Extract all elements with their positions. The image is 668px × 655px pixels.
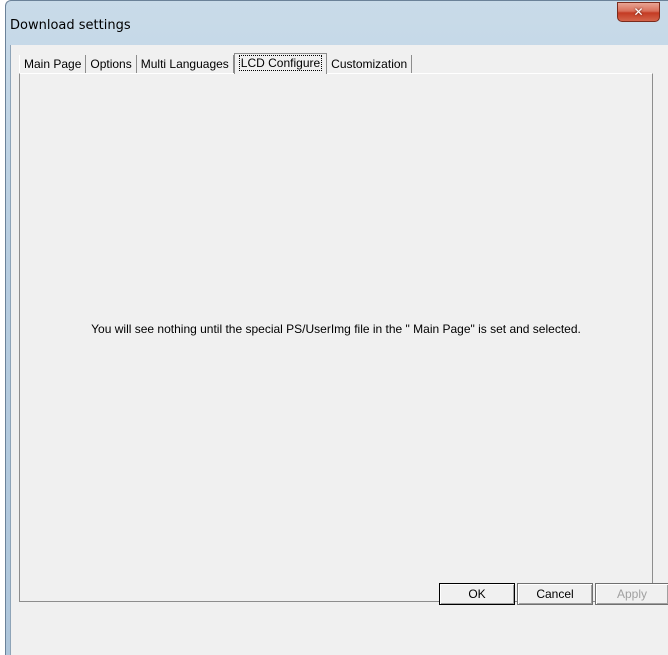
ok-button[interactable]: OK: [439, 583, 515, 605]
tab-multi-languages[interactable]: Multi Languages: [136, 55, 234, 73]
tab-customization[interactable]: Customization: [327, 55, 413, 73]
cancel-button[interactable]: Cancel: [517, 583, 593, 605]
title-bar[interactable]: Download settings ✕: [6, 1, 668, 45]
tab-label: Main Page: [24, 57, 82, 71]
tab-panel-lcd-configure: You will see nothing until the special P…: [19, 73, 653, 602]
tab-label: LCD Configure: [238, 55, 323, 71]
close-button[interactable]: ✕: [617, 2, 660, 22]
tab-options[interactable]: Options: [86, 55, 137, 73]
tab-label: Customization: [331, 57, 408, 71]
tab-label: Multi Languages: [140, 57, 229, 71]
window-title: Download settings: [10, 18, 131, 33]
tab-lcd-configure[interactable]: LCD Configure: [233, 53, 328, 74]
dialog-client-area: Main Page Options Multi Languages LCD Co…: [10, 45, 668, 655]
dialog-window: Download settings ✕ Main Page Options Mu…: [5, 0, 668, 655]
apply-button[interactable]: Apply: [595, 583, 668, 605]
tab-label: Options: [90, 57, 132, 71]
panel-message: You will see nothing until the special P…: [91, 322, 581, 336]
close-icon: ✕: [633, 5, 644, 19]
tab-strip: Main Page Options Multi Languages LCD Co…: [19, 53, 413, 74]
tab-main-page[interactable]: Main Page: [19, 55, 87, 73]
